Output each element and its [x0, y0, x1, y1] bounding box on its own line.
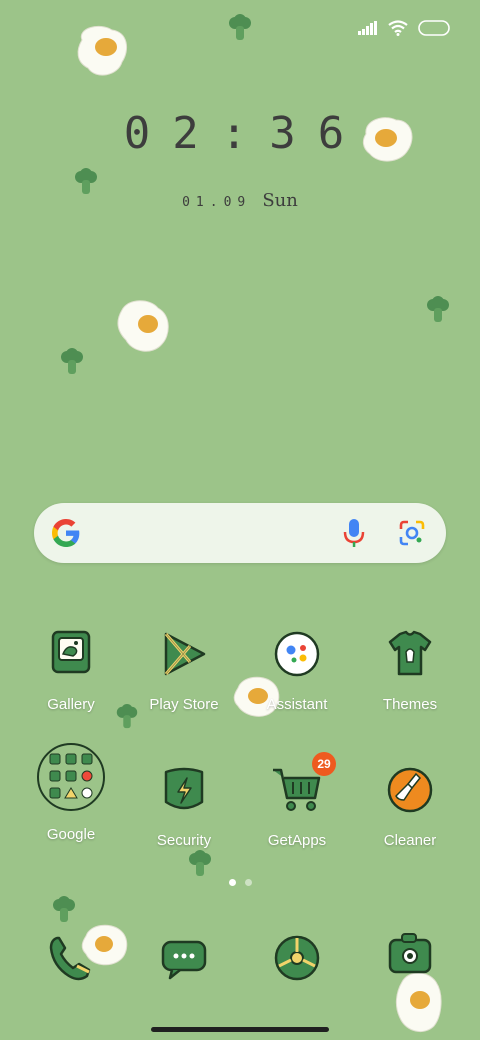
- app-label: Themes: [382, 696, 438, 713]
- app-cleaner[interactable]: Cleaner: [355, 762, 465, 849]
- egg-sticker: [117, 300, 169, 352]
- mic-icon[interactable]: [340, 517, 368, 549]
- themes-icon: [388, 630, 432, 676]
- app-gallery[interactable]: Gallery: [16, 626, 126, 713]
- date-number: 01.09: [182, 195, 252, 210]
- signal-icon: [358, 21, 377, 35]
- broccoli-sticker: [229, 14, 251, 40]
- browser-icon[interactable]: [269, 930, 325, 986]
- app-label: Security: [156, 832, 212, 849]
- phone-icon[interactable]: [43, 930, 99, 986]
- app-label: Gallery: [47, 696, 95, 713]
- broccoli-sticker: [427, 296, 449, 322]
- google-logo: [52, 519, 80, 547]
- app-label: Assistant: [266, 696, 328, 713]
- app-security[interactable]: Security: [129, 762, 239, 849]
- egg-sticker: [77, 25, 128, 76]
- date-day: Sun: [262, 190, 298, 211]
- clock-time[interactable]: 02:36: [0, 108, 480, 159]
- broccoli-sticker: [61, 348, 83, 374]
- page-dot-active[interactable]: [228, 879, 236, 886]
- google-folder-icon: [37, 743, 105, 811]
- app-label: Play Store: [149, 696, 219, 713]
- play-store-icon: [164, 632, 206, 676]
- clock-date: 01.09 Sun: [0, 190, 480, 211]
- google-search-bar[interactable]: [34, 503, 446, 563]
- app-assistant[interactable]: Assistant: [242, 626, 352, 713]
- gallery-icon: [51, 630, 91, 674]
- lens-icon[interactable]: [398, 519, 426, 547]
- camera-icon[interactable]: [382, 926, 438, 982]
- notification-badge: 29: [312, 752, 336, 776]
- status-bar: [358, 14, 450, 42]
- broccoli-sticker: [189, 850, 211, 876]
- app-google-folder[interactable]: Google: [16, 743, 126, 843]
- security-icon: [164, 767, 204, 810]
- page-dot[interactable]: [244, 879, 252, 886]
- assistant-icon: [274, 631, 320, 677]
- app-label: Google: [46, 826, 96, 843]
- cleaner-icon: [387, 767, 433, 813]
- app-getapps[interactable]: 29 GetApps: [242, 752, 352, 849]
- app-label: Cleaner: [383, 832, 437, 849]
- wifi-icon: [388, 20, 408, 36]
- app-play-store[interactable]: Play Store: [129, 626, 239, 713]
- app-themes[interactable]: Themes: [355, 626, 465, 713]
- battery-icon: [418, 20, 450, 36]
- home-indicator[interactable]: [151, 1027, 329, 1032]
- page-indicator[interactable]: [0, 879, 480, 886]
- broccoli-sticker: [53, 896, 75, 922]
- app-label: GetApps: [267, 832, 327, 849]
- messages-icon[interactable]: [156, 930, 212, 986]
